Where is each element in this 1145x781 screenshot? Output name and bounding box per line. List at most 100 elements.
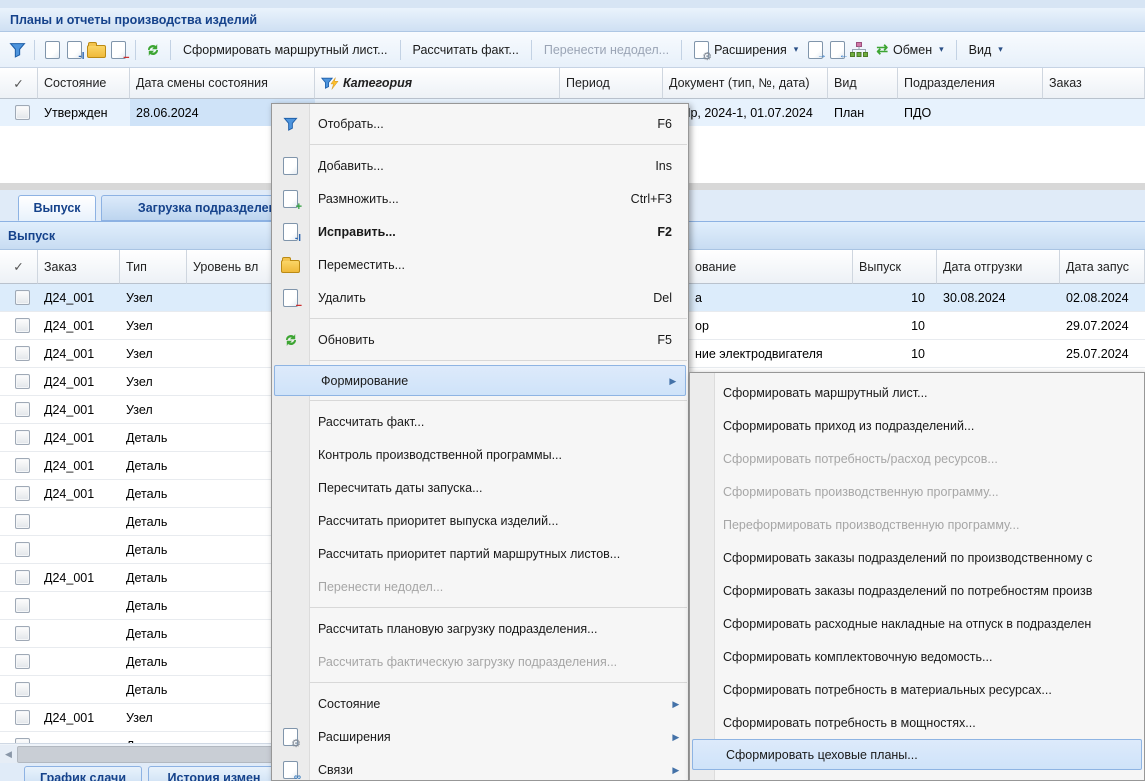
submenu-item[interactable]: Сформировать комплектовочную ведомость..…	[690, 640, 1144, 673]
context-menu-item[interactable]: Формирование▶	[274, 365, 686, 396]
submenu-item[interactable]: Сформировать заказы подразделений по пот…	[690, 574, 1144, 607]
add-button[interactable]	[41, 39, 63, 61]
column-header-check[interactable]: ✓	[0, 68, 38, 99]
column-header-document[interactable]: Документ (тип, №, дата)	[663, 68, 828, 99]
context-menu-item[interactable]: Рассчитать плановую загрузку подразделен…	[272, 612, 688, 645]
column-header-state[interactable]: Состояние	[38, 68, 130, 99]
row-checkbox[interactable]	[15, 710, 30, 725]
row-checkbox-cell	[0, 99, 38, 126]
row-checkbox[interactable]	[15, 105, 30, 120]
delete-button[interactable]	[107, 39, 129, 61]
column-header-category-label: Категория	[343, 76, 412, 90]
import-button[interactable]	[826, 39, 848, 61]
export-button[interactable]	[804, 39, 826, 61]
row-checkbox[interactable]	[15, 458, 30, 473]
row-checkbox[interactable]	[15, 626, 30, 641]
context-menu-item[interactable]: Рассчитать приоритет выпуска изделий...	[272, 504, 688, 537]
context-menu-item[interactable]: Рассчитать факт...	[272, 405, 688, 438]
submenu-item[interactable]: Сформировать потребность в материальных …	[690, 673, 1144, 706]
tab-vypusk[interactable]: Выпуск	[18, 195, 96, 221]
window-top-strip	[0, 0, 1145, 8]
column-header-type[interactable]: Тип	[120, 250, 187, 284]
menu-item-shortcut: F2	[657, 225, 688, 239]
context-menu-item[interactable]: Рассчитать приоритет партий маршрутных л…	[272, 537, 688, 570]
menu-item-label: Рассчитать приоритет выпуска изделий...	[309, 514, 688, 528]
column-header-order[interactable]: Заказ	[1043, 68, 1145, 99]
doc-add-icon	[272, 157, 309, 175]
submenu-item[interactable]: Сформировать график сдачи	[690, 770, 1144, 781]
row-checkbox[interactable]	[15, 290, 30, 305]
row-checkbox[interactable]	[15, 346, 30, 361]
row-checkbox[interactable]	[15, 318, 30, 333]
cell-order: Д24_001	[38, 284, 120, 311]
submenu-item[interactable]: Сформировать заказы подразделений по про…	[690, 541, 1144, 574]
row-checkbox[interactable]	[15, 402, 30, 417]
menu-item-label: Отобрать...	[309, 117, 657, 131]
tab-istoriya-izmeneniy[interactable]: История измен	[148, 766, 280, 781]
row-checkbox[interactable]	[15, 514, 30, 529]
context-menu-item[interactable]: Расширения▶	[272, 720, 688, 753]
context-menu-item: Рассчитать фактическую загрузку подразде…	[272, 645, 688, 678]
column-header-ship-date[interactable]: Дата отгрузки	[937, 250, 1060, 284]
cell-type: Деталь	[120, 480, 187, 507]
column-header-qty[interactable]: Выпуск	[853, 250, 937, 284]
submenu-item[interactable]: Сформировать расходные накладные на отпу…	[690, 607, 1144, 640]
cell-order: Д24_001	[38, 312, 120, 339]
cell-type: Деталь	[120, 592, 187, 619]
menu-item-label: Обновить	[309, 333, 657, 347]
context-menu-item[interactable]: Пересчитать даты запуска...	[272, 471, 688, 504]
cell-order: Д24_001	[38, 396, 120, 423]
row-checkbox[interactable]	[15, 542, 30, 557]
context-menu-item[interactable]: Добавить...Ins	[272, 149, 688, 182]
extensions-dropdown[interactable]: Расширения ▾	[688, 38, 804, 62]
context-menu-item[interactable]: Исправить...F2	[272, 215, 688, 248]
refresh-button[interactable]	[142, 39, 164, 61]
scrollbar-left-arrow-icon[interactable]: ◀	[0, 745, 17, 763]
calc-fact-button[interactable]: Рассчитать факт...	[407, 40, 525, 60]
menu-item-label: Удалить	[309, 291, 653, 305]
context-menu-item[interactable]: ОбновитьF5	[272, 323, 688, 356]
tab-grafik-sdachi[interactable]: График сдачи	[24, 766, 142, 781]
exchange-dropdown[interactable]: ⇄ Обмен ▾	[870, 38, 949, 61]
row-checkbox[interactable]	[15, 598, 30, 613]
generate-route-sheet-button[interactable]: Сформировать маршрутный лист...	[177, 40, 394, 60]
context-menu-item[interactable]: Отобрать...F6	[272, 107, 688, 140]
column-header-check[interactable]: ✓	[0, 250, 38, 284]
row-checkbox[interactable]	[15, 570, 30, 585]
context-menu-item[interactable]: Связи▶	[272, 753, 688, 781]
submenu-item[interactable]: Сформировать маршрутный лист...	[690, 376, 1144, 409]
row-checkbox[interactable]	[15, 430, 30, 445]
context-menu-item[interactable]: Размножить...Ctrl+F3	[272, 182, 688, 215]
cell-departments: ПДО	[898, 99, 1043, 126]
column-header-category[interactable]: Категория	[315, 68, 560, 99]
column-header-launch-date[interactable]: Дата запус	[1060, 250, 1145, 284]
toolbar-separator	[681, 40, 682, 60]
org-chart-button[interactable]	[848, 39, 870, 61]
row-checkbox-cell	[0, 620, 38, 647]
menu-item-label: Рассчитать приоритет партий маршрутных л…	[309, 547, 688, 561]
context-menu-item[interactable]: УдалитьDel	[272, 281, 688, 314]
row-checkbox[interactable]	[15, 486, 30, 501]
column-header-period[interactable]: Период	[560, 68, 663, 99]
context-menu-item[interactable]: Состояние▶	[272, 687, 688, 720]
toolbar-separator	[956, 40, 957, 60]
column-header-departments[interactable]: Подразделения	[898, 68, 1043, 99]
row-checkbox[interactable]	[15, 682, 30, 697]
refresh-icon	[272, 332, 309, 348]
menu-item-shortcut: F6	[657, 117, 688, 131]
context-menu-item[interactable]: Контроль производственной программы...	[272, 438, 688, 471]
row-checkbox[interactable]	[15, 374, 30, 389]
row-checkbox[interactable]	[15, 654, 30, 669]
column-header-kind[interactable]: Вид	[828, 68, 898, 99]
view-dropdown[interactable]: Вид ▾	[963, 40, 1009, 60]
column-header-order[interactable]: Заказ	[38, 250, 120, 284]
doc-delete-icon	[272, 289, 309, 307]
submenu-item[interactable]: Сформировать приход из подразделений...	[690, 409, 1144, 442]
edit-button[interactable]	[63, 39, 85, 61]
column-header-state-date[interactable]: Дата смены состояния	[130, 68, 315, 99]
move-button[interactable]	[85, 39, 107, 61]
submenu-item[interactable]: Сформировать цеховые планы...	[692, 739, 1142, 770]
context-menu-item[interactable]: Переместить...	[272, 248, 688, 281]
submenu-item[interactable]: Сформировать потребность в мощностях...	[690, 706, 1144, 739]
filter-icon[interactable]	[6, 39, 28, 61]
